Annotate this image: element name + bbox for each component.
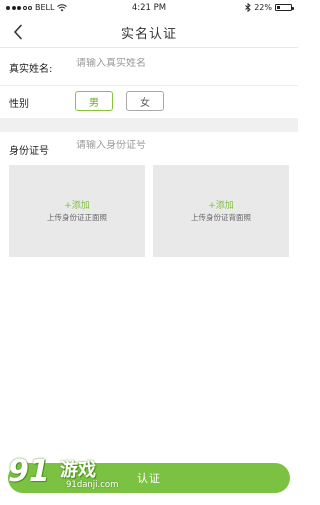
name-row: 真实姓名: [0, 48, 298, 86]
id-number-input[interactable] [76, 140, 276, 151]
watermark-url: 91danji.com [66, 480, 119, 490]
upload-add-label: +添加 [208, 201, 234, 211]
upload-id-front[interactable]: +添加 上传身份证正面照 [9, 165, 145, 257]
upload-description: 上传身份证正面照 [47, 213, 107, 222]
battery-percent: 22% [254, 3, 272, 12]
upload-description: 上传身份证背面照 [191, 213, 251, 222]
name-label: 真实姓名: [9, 64, 53, 75]
gender-male-button[interactable]: 男 [75, 91, 113, 111]
status-right: 22% [245, 3, 294, 12]
watermark-mark: 91 [8, 454, 50, 489]
nav-bar: 实名认证 [0, 16, 298, 48]
watermark-text: 游戏 [60, 460, 96, 481]
upload-id-back[interactable]: +添加 上传身份证背面照 [153, 165, 289, 257]
section-divider [0, 118, 298, 132]
status-bar: BELL 4:21 PM 22% [0, 0, 298, 16]
gender-female-button[interactable]: 女 [126, 91, 164, 111]
bluetooth-icon [245, 3, 251, 12]
gender-row: 性别 男 女 [0, 86, 298, 118]
battery-icon [275, 4, 294, 11]
id-row: 身份证号 [0, 135, 298, 163]
name-input[interactable] [76, 58, 276, 69]
page-title: 实名认证 [120, 27, 177, 42]
upload-add-label: +添加 [64, 201, 90, 211]
watermark-logo: 91 游戏 91danji.com [8, 450, 138, 500]
gender-label: 性别 [9, 99, 29, 110]
id-label: 身份证号 [9, 146, 49, 157]
